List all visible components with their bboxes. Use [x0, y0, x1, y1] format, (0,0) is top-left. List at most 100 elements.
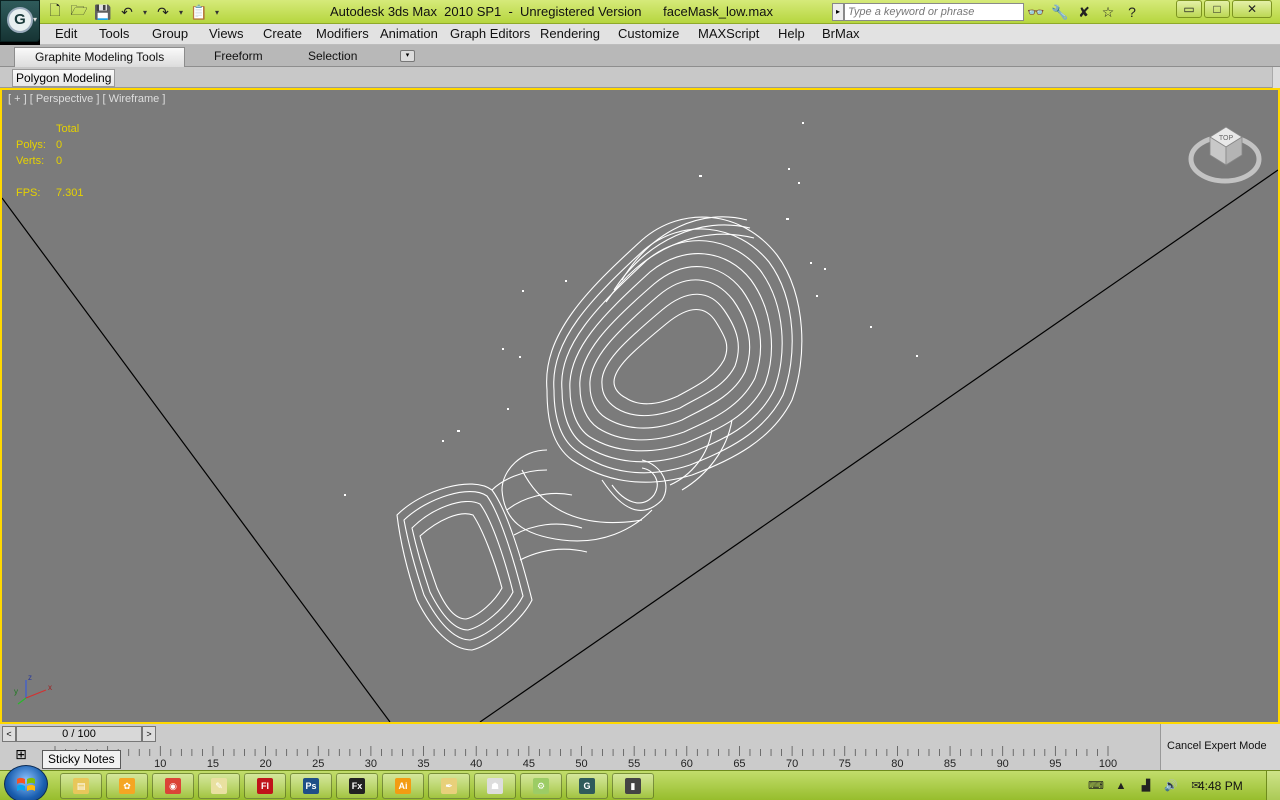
illustrator-icon: Ai: [395, 778, 411, 794]
menu-animation[interactable]: Animation: [380, 26, 438, 41]
ruler-label: 25: [312, 758, 324, 770]
menu-customize[interactable]: Customize: [618, 26, 679, 41]
polygon-modeling-button[interactable]: Polygon Modeling: [12, 69, 116, 87]
perspective-viewport[interactable]: [ + ] [ Perspective ] [ Wireframe ] Tota…: [0, 88, 1280, 724]
save-icon[interactable]: 💾: [92, 2, 114, 22]
menu-create[interactable]: Create: [263, 26, 302, 41]
close-button[interactable]: ✕: [1232, 0, 1272, 18]
taskbar-illustrator[interactable]: Ai: [382, 773, 424, 799]
menu-group[interactable]: Group: [152, 26, 188, 41]
windows-logo-icon: [17, 777, 35, 791]
time-slider-area: < 0 / 100 > 10 15 20 25 30 35 40 45 50 55 60 65 70 75…: [0, 724, 1160, 770]
pen-tool-icon: ✒: [441, 778, 457, 794]
3dsmax-logo-icon: G: [7, 7, 33, 33]
time-slider[interactable]: 0 / 100: [16, 726, 142, 742]
track-bar-toggle-icon[interactable]: ⊞: [10, 746, 32, 766]
favorite-star-icon[interactable]: ☆: [1098, 2, 1118, 22]
taskbar-figure-app[interactable]: ☗: [474, 773, 516, 799]
ribbon-tabs: Graphite Modeling Tools Freeform Selecti…: [0, 45, 1280, 67]
help-icon[interactable]: ?: [1122, 2, 1142, 22]
svg-text:z: z: [28, 673, 32, 682]
undo-icon[interactable]: ↶: [116, 2, 138, 22]
project-folder-icon[interactable]: 📋: [188, 2, 210, 22]
track-bar[interactable]: 10 15 20 25 30 35 40 45 50 55 60 65 70 75 80 85 90 95 100: [0, 744, 1160, 770]
taskbar-fireworks[interactable]: Fx: [336, 773, 378, 799]
keyboard-icon[interactable]: ⌨: [1088, 779, 1104, 793]
stray-vertices: [344, 122, 918, 496]
time-slider-next-button[interactable]: >: [142, 726, 156, 742]
viewport-label[interactable]: [ + ] [ Perspective ] [ Wireframe ]: [8, 93, 165, 105]
menu-views[interactable]: Views: [209, 26, 243, 41]
menu-maxscript[interactable]: MAXScript: [698, 26, 759, 41]
speaker-icon[interactable]: 🔊: [1163, 779, 1179, 793]
application-button[interactable]: G ▾: [0, 0, 40, 42]
time-slider-prev-button[interactable]: <: [2, 726, 16, 742]
menu-modifiers[interactable]: Modifiers: [316, 26, 369, 41]
tab-freeform[interactable]: Freeform: [214, 47, 263, 67]
taskbar-chrome[interactable]: ◉: [152, 773, 194, 799]
tab-selection[interactable]: Selection: [308, 47, 357, 67]
taskbar-notepad[interactable]: ✎: [198, 773, 240, 799]
show-desktop-button[interactable]: [1266, 771, 1280, 800]
new-file-icon[interactable]: 🗋: [44, 2, 66, 22]
ruler-label: 80: [891, 758, 903, 770]
open-file-icon[interactable]: 🗁: [68, 2, 90, 22]
ribbon-scroll-edge[interactable]: [1272, 67, 1280, 88]
menu-help[interactable]: Help: [778, 26, 805, 41]
windows-taskbar: ▤ ✿ ◉ ✎ Fl Ps Fx Ai ✒ ☗ ⚙ G ▮ ⌨ ▲ ▟ 🔊 ✉ 4:48 PM: [0, 765, 1280, 800]
chevron-down-icon[interactable]: ▾: [176, 2, 186, 22]
ribbon-options-dropdown[interactable]: ▾: [400, 50, 415, 62]
ruler-label: 50: [575, 758, 587, 770]
notepad-icon: ✎: [211, 778, 227, 794]
wireframe-scene[interactable]: [2, 90, 1278, 722]
tray-up-arrow-icon[interactable]: ▲: [1113, 779, 1129, 793]
explorer-icon: ▤: [73, 778, 89, 794]
menu-bar: Edit Tools Group Views Create Modifiers Animat…: [40, 24, 1280, 45]
android-icon: ⚙: [533, 778, 549, 794]
taskbar-film[interactable]: ▮: [612, 773, 654, 799]
taskbar-android[interactable]: ⚙: [520, 773, 562, 799]
start-button[interactable]: [4, 765, 48, 800]
infocenter-search-input[interactable]: Type a keyword or phrase: [844, 3, 1024, 21]
ruler-label: 60: [681, 758, 693, 770]
ruler-label: 95: [1049, 758, 1061, 770]
tab-graphite-modeling-tools[interactable]: Graphite Modeling Tools: [14, 47, 186, 67]
taskbar-explorer[interactable]: ▤: [60, 773, 102, 799]
taskbar-photoshop[interactable]: Ps: [290, 773, 332, 799]
menu-rendering[interactable]: Rendering: [540, 26, 600, 41]
cancel-expert-mode-button[interactable]: Cancel Expert Mode: [1167, 740, 1267, 752]
menu-edit[interactable]: Edit: [55, 26, 77, 41]
paint-icon: ✿: [119, 778, 135, 794]
stats-header: Total: [56, 123, 80, 135]
system-clock[interactable]: 4:48 PM: [1198, 779, 1243, 793]
chevron-down-icon[interactable]: ▾: [212, 2, 222, 22]
key-tools-icon[interactable]: 🔧: [1050, 2, 1070, 22]
stats-polys: Polys: 0: [16, 139, 63, 151]
menu-brmax[interactable]: BrMax: [822, 26, 860, 41]
taskbar-paint[interactable]: ✿: [106, 773, 148, 799]
taskbar-flash[interactable]: Fl: [244, 773, 286, 799]
infocenter-tools: 👓 🔧 ✘ ☆?: [1026, 2, 1142, 22]
chevron-down-icon[interactable]: ▾: [140, 2, 150, 22]
chrome-icon: ◉: [165, 778, 181, 794]
taskbar-3dsmax[interactable]: G: [566, 773, 608, 799]
ruler-label: 20: [259, 758, 271, 770]
x-tools-icon[interactable]: ✘: [1074, 2, 1094, 22]
ruler-label: 90: [997, 758, 1009, 770]
maximize-button[interactable]: □: [1204, 0, 1230, 18]
viewcube-label: TOP: [1219, 135, 1234, 142]
quick-access-toolbar: 🗋 🗁 💾 ↶ ▾ ↷ ▾ 📋 ▾: [44, 2, 222, 22]
viewcube-icon[interactable]: TOP: [1188, 117, 1262, 187]
taskbar-pen-tool[interactable]: ✒: [428, 773, 470, 799]
menu-tools[interactable]: Tools: [99, 26, 129, 41]
signal-icon[interactable]: ▟: [1138, 779, 1154, 793]
ruler-label: 35: [417, 758, 429, 770]
ruler-label: 40: [470, 758, 482, 770]
binoculars-icon[interactable]: 👓: [1026, 2, 1046, 22]
menu-graph-editors[interactable]: Graph Editors: [450, 26, 530, 41]
minimize-button[interactable]: ▭: [1176, 0, 1202, 18]
search-expand-arrow[interactable]: ▸: [832, 3, 844, 21]
redo-icon[interactable]: ↷: [152, 2, 174, 22]
system-tray: ⌨ ▲ ▟ 🔊 ✉: [1088, 771, 1204, 800]
grid-edge-right: [479, 169, 1278, 722]
